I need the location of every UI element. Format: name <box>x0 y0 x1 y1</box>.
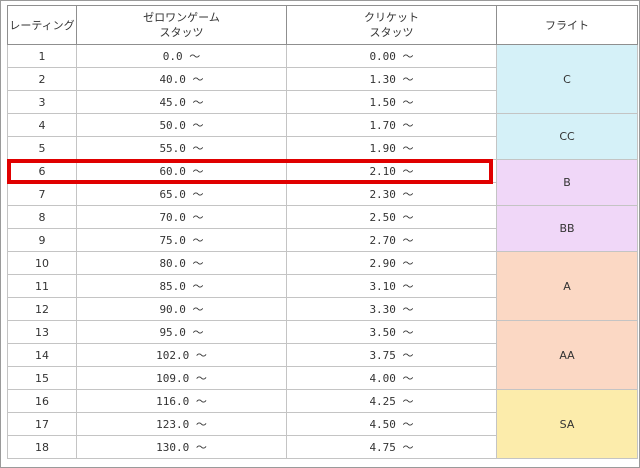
rating-cell: 3 <box>7 90 77 114</box>
rating-cell: 9 <box>7 228 77 252</box>
flight-cell-b: B <box>496 159 638 206</box>
cricket-cell: 4.50 〜 <box>286 412 497 436</box>
cricket-cell: 3.75 〜 <box>286 343 497 367</box>
rating-cell: 14 <box>7 343 77 367</box>
cricket-cell: 3.30 〜 <box>286 297 497 321</box>
table-row: 6 60.0 〜 2.10 〜 B <box>7 159 638 206</box>
rating-cell: 17 <box>7 412 77 436</box>
zero-one-cell: 130.0 〜 <box>76 435 287 459</box>
rating-cell: 12 <box>7 297 77 321</box>
header-row: レーティング ゼロワンゲーム スタッツ クリケット スタッツ フライト <box>7 5 638 45</box>
cricket-cell: 2.10 〜 <box>286 159 497 183</box>
rating-cell: 15 <box>7 366 77 390</box>
rating-cell: 2 <box>7 67 77 91</box>
table-row: 16 116.0 〜 4.25 〜 SA <box>7 389 638 459</box>
header-zero-one: ゼロワンゲーム スタッツ <box>76 5 287 45</box>
flight-cell-a: A <box>496 251 638 321</box>
zero-one-cell: 50.0 〜 <box>76 113 287 137</box>
header-cricket: クリケット スタッツ <box>286 5 497 45</box>
rating-cell: 8 <box>7 205 77 229</box>
rating-cell: 18 <box>7 435 77 459</box>
zero-one-cell: 95.0 〜 <box>76 320 287 344</box>
zero-one-cell: 90.0 〜 <box>76 297 287 321</box>
zero-one-cell: 55.0 〜 <box>76 136 287 160</box>
cricket-cell: 0.00 〜 <box>286 44 497 68</box>
rating-cell: 6 <box>7 159 77 183</box>
header-zero-one-line2: スタッツ <box>159 26 204 39</box>
flight-cell-aa: AA <box>496 320 638 390</box>
cricket-cell: 1.30 〜 <box>286 67 497 91</box>
zero-one-cell: 123.0 〜 <box>76 412 287 436</box>
flight-cell-bb: BB <box>496 205 638 252</box>
table-row: 13 95.0 〜 3.50 〜 AA <box>7 320 638 390</box>
zero-one-cell: 75.0 〜 <box>76 228 287 252</box>
header-rating: レーティング <box>7 5 77 45</box>
table-frame: レーティング ゼロワンゲーム スタッツ クリケット スタッツ フライト 1 0.… <box>0 0 640 468</box>
zero-one-cell: 70.0 〜 <box>76 205 287 229</box>
rating-cell: 13 <box>7 320 77 344</box>
cricket-cell: 4.75 〜 <box>286 435 497 459</box>
rating-cell: 10 <box>7 251 77 275</box>
zero-one-cell: 85.0 〜 <box>76 274 287 298</box>
table-row: 4 50.0 〜 1.70 〜 CC <box>7 113 638 160</box>
zero-one-cell: 60.0 〜 <box>76 159 287 183</box>
rating-cell: 4 <box>7 113 77 137</box>
flight-cell-sa: SA <box>496 389 638 459</box>
cricket-cell: 3.10 〜 <box>286 274 497 298</box>
zero-one-cell: 40.0 〜 <box>76 67 287 91</box>
cricket-cell: 3.50 〜 <box>286 320 497 344</box>
cricket-cell: 2.30 〜 <box>286 182 497 206</box>
cricket-cell: 2.50 〜 <box>286 205 497 229</box>
cricket-cell: 4.25 〜 <box>286 389 497 413</box>
header-cricket-line2: スタッツ <box>369 26 414 39</box>
flight-cell-cc: CC <box>496 113 638 160</box>
header-zero-one-line1: ゼロワンゲーム <box>143 11 220 24</box>
rating-table: レーティング ゼロワンゲーム スタッツ クリケット スタッツ フライト 1 0.… <box>7 5 638 459</box>
zero-one-cell: 45.0 〜 <box>76 90 287 114</box>
flight-cell-c: C <box>496 44 638 114</box>
zero-one-cell: 102.0 〜 <box>76 343 287 367</box>
cricket-cell: 4.00 〜 <box>286 366 497 390</box>
rating-cell: 11 <box>7 274 77 298</box>
table-row: 1 0.0 〜 0.00 〜 C <box>7 44 638 114</box>
zero-one-cell: 80.0 〜 <box>76 251 287 275</box>
rating-cell: 1 <box>7 44 77 68</box>
table-row: 8 70.0 〜 2.50 〜 BB <box>7 205 638 252</box>
zero-one-cell: 116.0 〜 <box>76 389 287 413</box>
zero-one-cell: 0.0 〜 <box>76 44 287 68</box>
table-row: 10 80.0 〜 2.90 〜 A <box>7 251 638 321</box>
header-cricket-line1: クリケット <box>364 11 419 24</box>
cricket-cell: 2.90 〜 <box>286 251 497 275</box>
cricket-cell: 1.90 〜 <box>286 136 497 160</box>
cricket-cell: 1.70 〜 <box>286 113 497 137</box>
zero-one-cell: 65.0 〜 <box>76 182 287 206</box>
rating-cell: 5 <box>7 136 77 160</box>
rating-cell: 16 <box>7 389 77 413</box>
cricket-cell: 1.50 〜 <box>286 90 497 114</box>
header-flight: フライト <box>496 5 638 45</box>
zero-one-cell: 109.0 〜 <box>76 366 287 390</box>
rating-cell: 7 <box>7 182 77 206</box>
cricket-cell: 2.70 〜 <box>286 228 497 252</box>
